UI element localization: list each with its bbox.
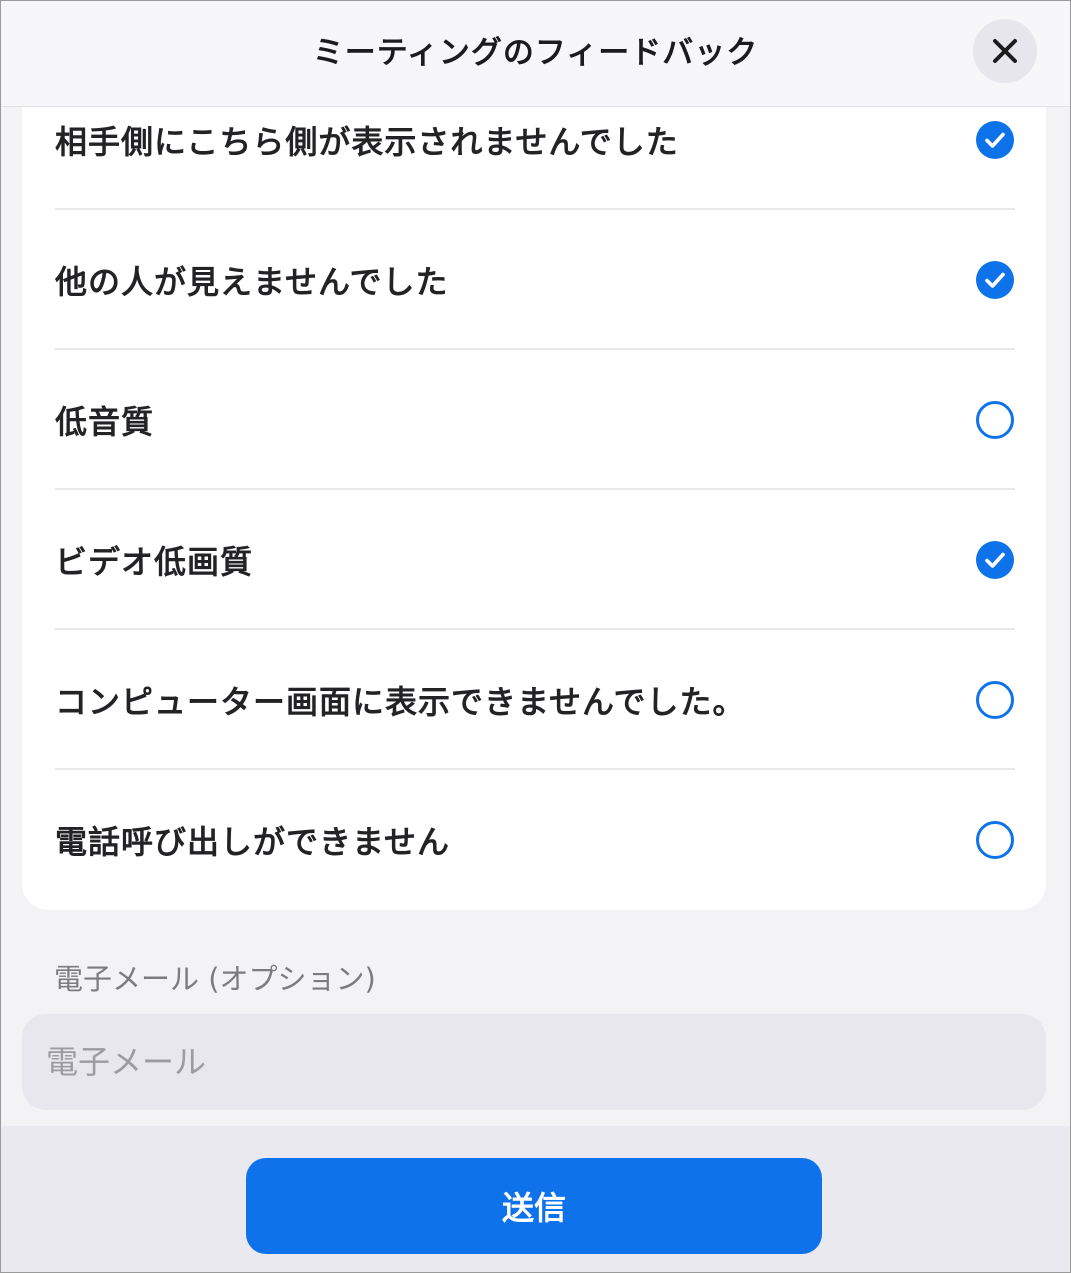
option-row-low-video[interactable]: ビデオ低画質: [55, 490, 1015, 630]
option-label: 電話呼び出しができません: [55, 823, 451, 861]
checked-circle-icon[interactable]: [975, 260, 1015, 300]
unchecked-circle-icon[interactable]: [975, 400, 1015, 440]
close-icon: [993, 39, 1017, 63]
option-label: コンピューター画面に表示できませんでした。: [55, 683, 746, 721]
unchecked-circle-icon[interactable]: [975, 680, 1015, 720]
email-input[interactable]: [22, 1014, 1046, 1110]
option-label: 低音質: [55, 403, 155, 441]
dialog-title: ミーティングのフィードバック: [312, 35, 759, 71]
option-row-phone-call-failed[interactable]: 電話呼び出しができません: [55, 770, 1015, 910]
option-label: ビデオ低画質: [55, 543, 254, 581]
feedback-dialog: ミーティングのフィードバック 相手側にこちら側が表示されませんでした 他の人が見…: [0, 0, 1071, 1273]
dialog-header: ミーティングのフィードバック: [1, 1, 1070, 107]
option-label: 相手側にこちら側が表示されませんでした: [55, 123, 679, 161]
checked-circle-icon[interactable]: [975, 540, 1015, 580]
option-row-screen-share-failed[interactable]: コンピューター画面に表示できませんでした。: [55, 630, 1015, 770]
unchecked-circle-icon[interactable]: [975, 820, 1015, 860]
option-row-cannot-see-others[interactable]: 他の人が見えませんでした: [55, 210, 1015, 350]
close-button[interactable]: [973, 19, 1037, 83]
submit-button[interactable]: 送信: [246, 1158, 822, 1254]
checked-circle-icon[interactable]: [975, 120, 1015, 160]
options-card: 相手側にこちら側が表示されませんでした 他の人が見えませんでした 低音質 ビデオ…: [22, 61, 1046, 910]
option-row-low-audio[interactable]: 低音質: [55, 350, 1015, 490]
option-label: 他の人が見えませんでした: [55, 263, 449, 301]
email-label: 電子メール (オプション): [54, 962, 376, 996]
